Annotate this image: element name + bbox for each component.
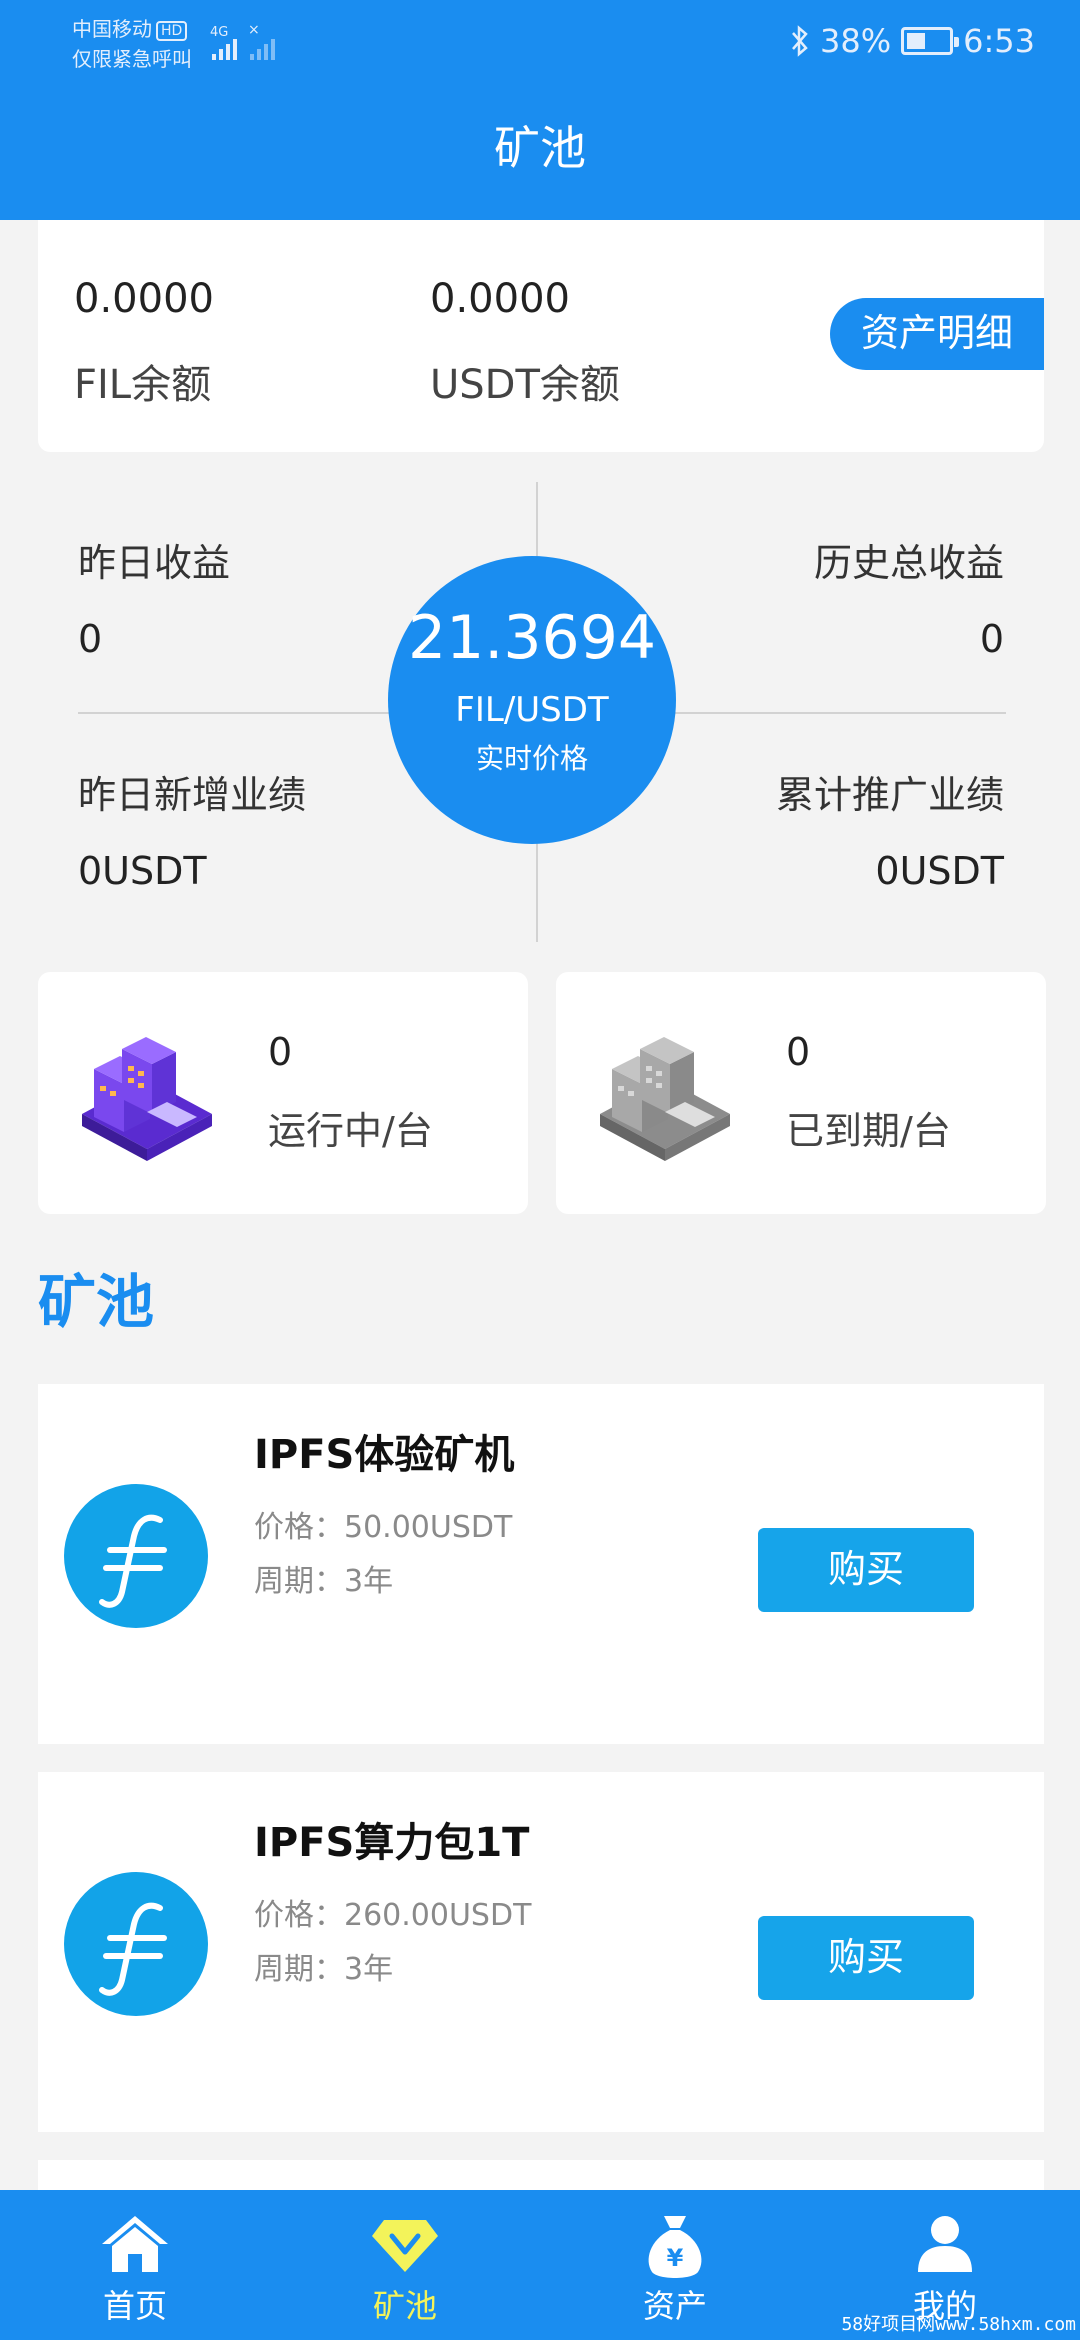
running-count: 0 [268, 1030, 293, 1074]
nav-pool-label: 矿池 [372, 2287, 437, 2325]
mining-machine-purple-icon [82, 1037, 212, 1161]
total-income-label: 历史总收益 [813, 541, 1004, 585]
emergency-text: 仅限紧急呼叫 [72, 47, 192, 71]
fil-balance-value: 0.0000 [74, 276, 214, 322]
header: 中国移动 HD 仅限紧急呼叫 4G × 38% 6:53 矿池 [0, 0, 1080, 220]
diamond-icon [372, 2220, 438, 2272]
running-machines-card[interactable]: 0 运行中/台 [38, 972, 528, 1214]
watermark: 58好项目网www.58hxm.com [841, 2314, 1076, 2335]
total-promotion: 累计推广业绩 0USDT [776, 764, 1004, 893]
battery-icon [901, 27, 960, 55]
usdt-balance-label: USDT余额 [430, 362, 620, 408]
fil-balance: 0.0000 FIL余额 [74, 276, 214, 410]
price-label: 实时价格 [475, 742, 588, 775]
total-promotion-value: 0USDT [875, 849, 1004, 893]
total-promotion-label: 累计推广业绩 [775, 773, 1004, 817]
home-icon [102, 2216, 168, 2272]
expired-machines-card[interactable]: 0 已到期/台 [556, 972, 1046, 1214]
user-icon [918, 2216, 972, 2272]
network-type: 4G [210, 25, 228, 40]
nav-assets-label: 资产 [642, 2287, 707, 2325]
carrier-name: 中国移动 [72, 17, 152, 41]
expired-count: 0 [786, 1030, 811, 1074]
nav-home-label: 首页 [102, 2287, 167, 2325]
total-income: 历史总收益 0 [814, 532, 1004, 661]
page-title: 矿池 [494, 121, 586, 175]
product-period: 周期：3年 [254, 1952, 394, 1987]
product-name: IPFS体验矿机 [254, 1432, 515, 1478]
filecoin-logo-icon [64, 1484, 208, 1628]
product-card: IPFS算力包1T 价格：260.00USDT 周期：3年 购买 [38, 1772, 1044, 2132]
product-period: 周期：3年 [254, 1564, 394, 1599]
nav-pool[interactable]: 矿池 [270, 2190, 540, 2340]
product-card: IPFS体验矿机 价格：50.00USDT 周期：3年 购买 [38, 1384, 1044, 1744]
svg-text:¥: ¥ [667, 2244, 684, 2272]
product-name: IPFS算力包1T [254, 1820, 530, 1866]
status-bar: 中国移动 HD 仅限紧急呼叫 4G × 38% 6:53 [0, 0, 1080, 80]
money-bag-icon: ¥ [648, 2216, 702, 2278]
signal-icon: 4G × [210, 22, 275, 60]
product-price: 价格：50.00USDT [254, 1510, 513, 1545]
buy-button[interactable]: 购买 [758, 1916, 974, 2000]
asset-detail-button[interactable]: 资产明细 [830, 298, 1044, 370]
price-pair: FIL/USDT [455, 690, 609, 730]
price-value: 21.3694 [407, 603, 657, 673]
realtime-price-circle: 21.3694 FIL/USDT 实时价格 [388, 556, 676, 844]
usdt-balance: 0.0000 USDT余额 [430, 276, 620, 410]
section-title: 矿池 [38, 1268, 155, 1336]
yesterday-performance-value: 0USDT [78, 849, 207, 893]
svg-text:×: × [248, 22, 260, 38]
hd-badge: HD [156, 20, 188, 41]
carrier-info: 中国移动 HD 仅限紧急呼叫 [72, 14, 192, 74]
fil-balance-label: FIL余额 [74, 362, 212, 408]
bottom-nav: 首页 矿池 ¥ 资产 我的 58好项目网www.58hxm.com [0, 2190, 1080, 2340]
yesterday-income: 昨日收益 0 [78, 532, 230, 661]
status-right: 38% 6:53 [790, 22, 1035, 60]
total-income-value: 0 [979, 617, 1004, 661]
buy-button[interactable]: 购买 [758, 1528, 974, 1612]
earnings-stats: 昨日收益 0 历史总收益 0 昨日新增业绩 0USDT 累计推广业绩 0USDT… [0, 452, 1080, 952]
product-price: 价格：260.00USDT [254, 1898, 532, 1933]
yesterday-income-value: 0 [78, 617, 103, 661]
usdt-balance-value: 0.0000 [430, 276, 570, 322]
yesterday-performance-label: 昨日新增业绩 [78, 773, 307, 817]
mining-machine-gray-icon [600, 1037, 730, 1161]
nav-assets[interactable]: ¥ 资产 [540, 2190, 810, 2340]
clock: 6:53 [963, 22, 1035, 60]
nav-home[interactable]: 首页 [0, 2190, 270, 2340]
yesterday-performance: 昨日新增业绩 0USDT [78, 764, 306, 893]
filecoin-logo-icon [64, 1872, 208, 2016]
balance-card: 0.0000 FIL余额 0.0000 USDT余额 资产明细 [38, 220, 1044, 452]
running-label: 运行中/台 [268, 1109, 433, 1153]
bluetooth-icon [792, 25, 808, 57]
yesterday-income-label: 昨日收益 [78, 541, 231, 585]
battery-percent: 38% [820, 22, 892, 60]
expired-label: 已到期/台 [786, 1109, 951, 1153]
